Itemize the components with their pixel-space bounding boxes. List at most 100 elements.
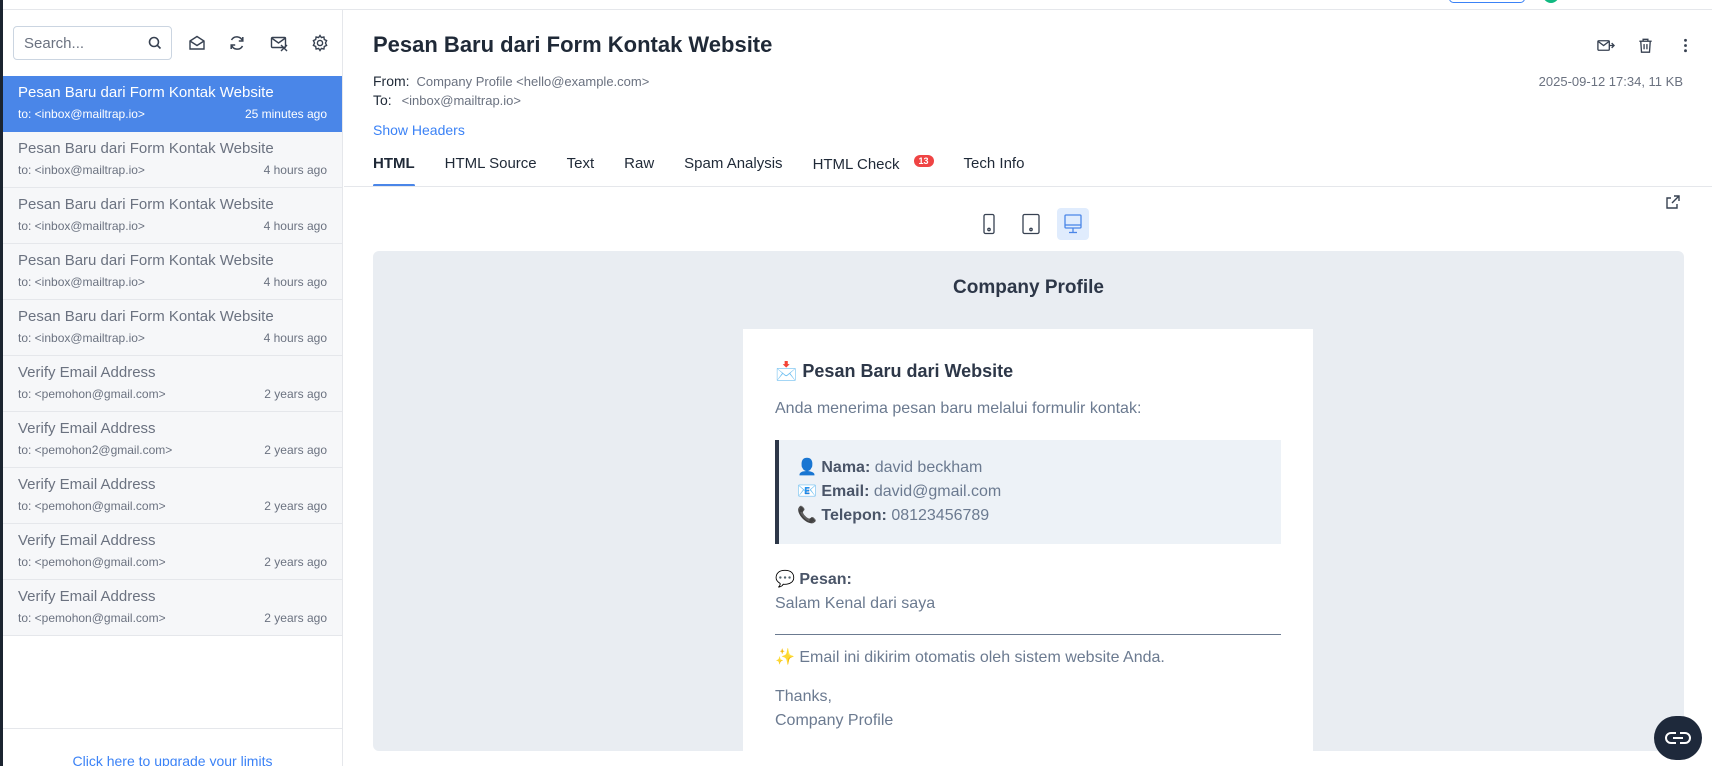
message-recipient: to: <pemohon2@gmail.com> xyxy=(18,443,173,457)
more-icon xyxy=(1683,38,1687,52)
message-subject: Verify Email Address xyxy=(18,532,156,549)
phone-icon: 📞 xyxy=(797,507,817,524)
search-box[interactable] xyxy=(13,26,172,60)
tab-label: Raw xyxy=(624,155,655,172)
help-chat-button[interactable] xyxy=(1654,716,1702,760)
tab-tech-info[interactable]: Tech Info xyxy=(964,154,1025,187)
message-subject: Verify Email Address xyxy=(18,588,156,605)
message-subject: Verify Email Address xyxy=(18,476,156,493)
message-subject: Pesan Baru dari Form Kontak Website xyxy=(18,252,274,269)
trash-icon xyxy=(1638,38,1652,53)
to-line: To: <inbox@mailtrap.io> xyxy=(373,92,521,108)
auto-sent-note: ✨ Email ini dikirim otomatis oleh sistem… xyxy=(775,649,1165,666)
message-time: 2 years ago xyxy=(264,499,327,513)
to-address: <inbox@mailtrap.io> xyxy=(401,93,522,108)
open-external-icon[interactable] xyxy=(1664,193,1682,211)
mark-read-button[interactable] xyxy=(184,30,210,56)
settings-icon xyxy=(312,34,328,52)
tabs-divider xyxy=(344,186,1712,187)
device-size-switch xyxy=(973,208,1089,240)
field-label: Email: xyxy=(821,483,870,500)
sidebar-toolbar xyxy=(3,10,342,76)
message-item[interactable]: Verify Email Address to: <pemohon@gmail.… xyxy=(3,524,342,580)
forward-button[interactable] xyxy=(1592,32,1618,58)
speech-bubble-icon: 💬 xyxy=(775,571,795,588)
desktop-view-button[interactable] xyxy=(1057,208,1089,240)
inbox-sidebar: Pesan Baru dari Form Kontak Website to: … xyxy=(3,10,343,766)
message-section: 💬 Pesan: Salam Kenal dari saya xyxy=(775,568,1281,616)
message-time: 4 hours ago xyxy=(263,163,327,177)
tab-html-source[interactable]: HTML Source xyxy=(445,154,537,187)
from-label: From: xyxy=(373,73,410,89)
message-item[interactable]: Verify Email Address to: <pemohon2@gmail… xyxy=(3,412,342,468)
message-time: 2 years ago xyxy=(264,611,327,625)
tablet-view-button[interactable] xyxy=(1015,208,1047,240)
message-recipient: to: <inbox@mailtrap.io> xyxy=(18,275,145,289)
tab-text[interactable]: Text xyxy=(567,154,595,187)
message-recipient: to: <inbox@mailtrap.io> xyxy=(18,331,145,345)
message-item[interactable]: Pesan Baru dari Form Kontak Website to: … xyxy=(3,300,342,356)
top-bar xyxy=(3,0,1712,10)
show-headers-link[interactable]: Show Headers xyxy=(373,122,465,138)
message-recipient: to: <pemohon@gmail.com> xyxy=(18,555,166,569)
field-value: 08123456789 xyxy=(891,507,990,524)
message-item[interactable]: Verify Email Address to: <pemohon@gmail.… xyxy=(3,580,342,636)
top-bar-button[interactable] xyxy=(1449,0,1525,3)
view-tabs: HTML HTML Source Text Raw Spam Analysis … xyxy=(373,154,1054,187)
refresh-icon xyxy=(230,36,244,50)
signature-block: Thanks, Company Profile xyxy=(775,685,1281,733)
person-icon: 👤 xyxy=(797,459,817,476)
signature-name: Company Profile xyxy=(775,712,894,729)
delete-button[interactable] xyxy=(1632,32,1658,58)
message-recipient: to: <pemohon@gmail.com> xyxy=(18,611,166,625)
tab-raw[interactable]: Raw xyxy=(624,154,654,187)
message-item[interactable]: Pesan Baru dari Form Kontak Website to: … xyxy=(3,188,342,244)
message-list: Pesan Baru dari Form Kontak Website to: … xyxy=(3,76,342,636)
upgrade-limits-link[interactable]: Click here to upgrade your limits xyxy=(73,753,273,766)
search-icon[interactable] xyxy=(147,35,163,51)
message-item[interactable]: Pesan Baru dari Form Kontak Website to: … xyxy=(3,76,342,132)
field-nama: 👤 Nama: david beckham xyxy=(797,456,1263,480)
settings-button[interactable] xyxy=(307,30,333,56)
message-recipient: to: <pemohon@gmail.com> xyxy=(18,387,166,401)
email-body-intro: Anda menerima pesan baru melalui formuli… xyxy=(775,400,1142,417)
tab-html-check[interactable]: HTML Check 13 xyxy=(813,154,934,187)
tab-label: Text xyxy=(566,155,595,172)
message-label: Pesan: xyxy=(799,571,852,588)
email-body-card: 📩 Pesan Baru dari Website Anda menerima … xyxy=(743,329,1313,751)
field-label: Telepon: xyxy=(821,507,887,524)
message-view: Pesan Baru dari Form Kontak Website From… xyxy=(344,10,1712,766)
message-item[interactable]: Pesan Baru dari Form Kontak Website to: … xyxy=(3,132,342,188)
mobile-view-button[interactable] xyxy=(973,208,1005,240)
field-value: david beckham xyxy=(874,459,983,476)
message-item[interactable]: Verify Email Address to: <pemohon@gmail.… xyxy=(3,468,342,524)
html-check-count-badge: 13 xyxy=(913,155,934,167)
search-input[interactable] xyxy=(24,27,144,59)
message-actions xyxy=(1592,32,1698,58)
email-icon: 📧 xyxy=(797,483,817,500)
more-options-button[interactable] xyxy=(1672,32,1698,58)
message-recipient: to: <inbox@mailtrap.io> xyxy=(18,219,145,233)
message-subject: Pesan Baru dari Form Kontak Website xyxy=(18,196,274,213)
message-item[interactable]: Pesan Baru dari Form Kontak Website to: … xyxy=(3,244,342,300)
email-html-preview: Company Profile 📩 Pesan Baru dari Websit… xyxy=(373,251,1684,751)
field-telepon: 📞 Telepon: 08123456789 xyxy=(797,504,1263,528)
message-time: 2 years ago xyxy=(264,443,327,457)
tab-label: Spam Analysis xyxy=(684,155,783,172)
message-subject: Pesan Baru dari Form Kontak Website xyxy=(18,84,274,101)
from-line: From: Company Profile <hello@example.com… xyxy=(373,73,649,89)
message-time: 2 years ago xyxy=(264,555,327,569)
tab-html[interactable]: HTML xyxy=(373,154,415,187)
tab-label: HTML Source xyxy=(444,155,537,172)
message-subject: Verify Email Address xyxy=(18,420,156,437)
refresh-button[interactable] xyxy=(224,30,250,56)
email-body-heading: 📩 Pesan Baru dari Website xyxy=(775,361,1014,381)
message-item[interactable]: Verify Email Address to: <pemohon@gmail.… xyxy=(3,356,342,412)
tab-spam-analysis[interactable]: Spam Analysis xyxy=(684,154,782,187)
clear-inbox-button[interactable] xyxy=(266,30,292,56)
clear-inbox-icon xyxy=(270,36,288,52)
mobile-icon xyxy=(983,213,995,235)
message-subject: Verify Email Address xyxy=(18,364,156,381)
message-recipient: to: <inbox@mailtrap.io> xyxy=(18,163,145,177)
tab-label: HTML Check xyxy=(812,156,900,173)
